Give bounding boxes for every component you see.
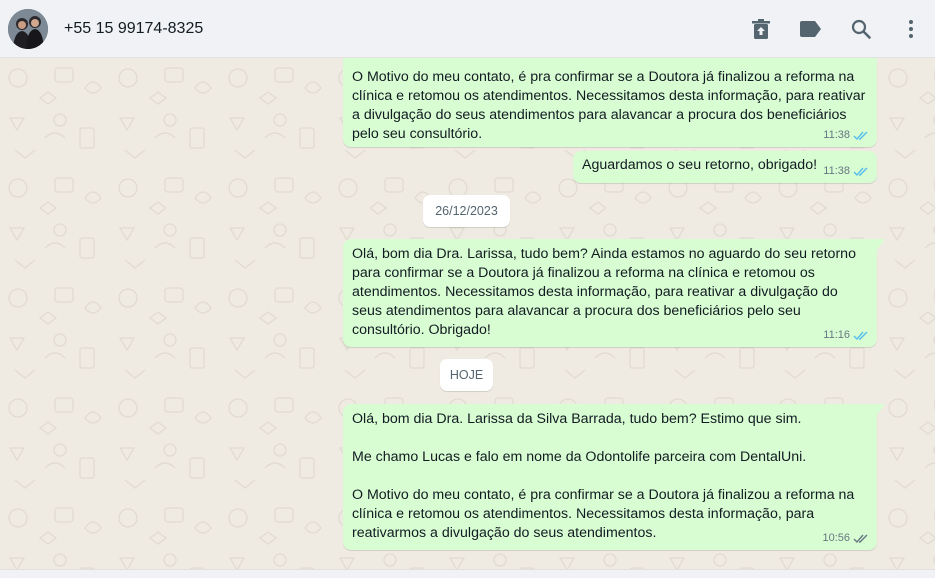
read-ticks-icon: [853, 331, 868, 341]
label-icon[interactable]: [797, 15, 825, 43]
message-bubble[interactable]: Olá, bom dia Dra. Larissa da Silva Barra…: [343, 404, 885, 550]
contact-avatar[interactable]: [8, 9, 48, 49]
read-ticks-icon: [853, 131, 868, 141]
message-meta: 10:56: [822, 531, 869, 546]
chat-area[interactable]: O Motivo do meu contato, é pra confirmar…: [0, 58, 935, 569]
contact-name[interactable]: +55 15 99174-8325: [64, 19, 203, 39]
bubble-tail: [877, 239, 885, 250]
message-time: 11:38: [823, 129, 850, 141]
delivered-ticks-icon: [853, 534, 868, 544]
bubble-tail: [877, 404, 885, 415]
date-separator: HOJE: [440, 359, 493, 391]
message-time: 11:16: [823, 329, 850, 341]
message-time: 10:56: [822, 532, 850, 544]
menu-icon[interactable]: [897, 15, 925, 43]
date-separator: 26/12/2023: [423, 195, 510, 227]
message-meta: 11:38: [823, 164, 869, 179]
message-bubble[interactable]: Aguardamos o seu retorno, obrigado! 11:3…: [573, 151, 877, 183]
message-text: Olá, bom dia Dra. Larissa da Silva Barra…: [352, 411, 855, 541]
message-meta: 11:16: [823, 328, 869, 343]
message-time: 11:38: [823, 165, 850, 177]
delete-icon[interactable]: [747, 15, 775, 43]
message-meta: 11:38: [823, 128, 869, 143]
chat-header: +55 15 99174-8325: [0, 0, 935, 58]
message-bubble[interactable]: O Motivo do meu contato, é pra confirmar…: [343, 58, 877, 147]
search-icon[interactable]: [847, 15, 875, 43]
read-ticks-icon: [853, 167, 868, 177]
message-bubble[interactable]: Olá, bom dia Dra. Larissa, tudo bem? Ain…: [343, 239, 885, 347]
message-text: O Motivo do meu contato, é pra confirmar…: [352, 69, 870, 142]
message-text: Olá, bom dia Dra. Larissa, tudo bem? Ain…: [352, 246, 860, 338]
